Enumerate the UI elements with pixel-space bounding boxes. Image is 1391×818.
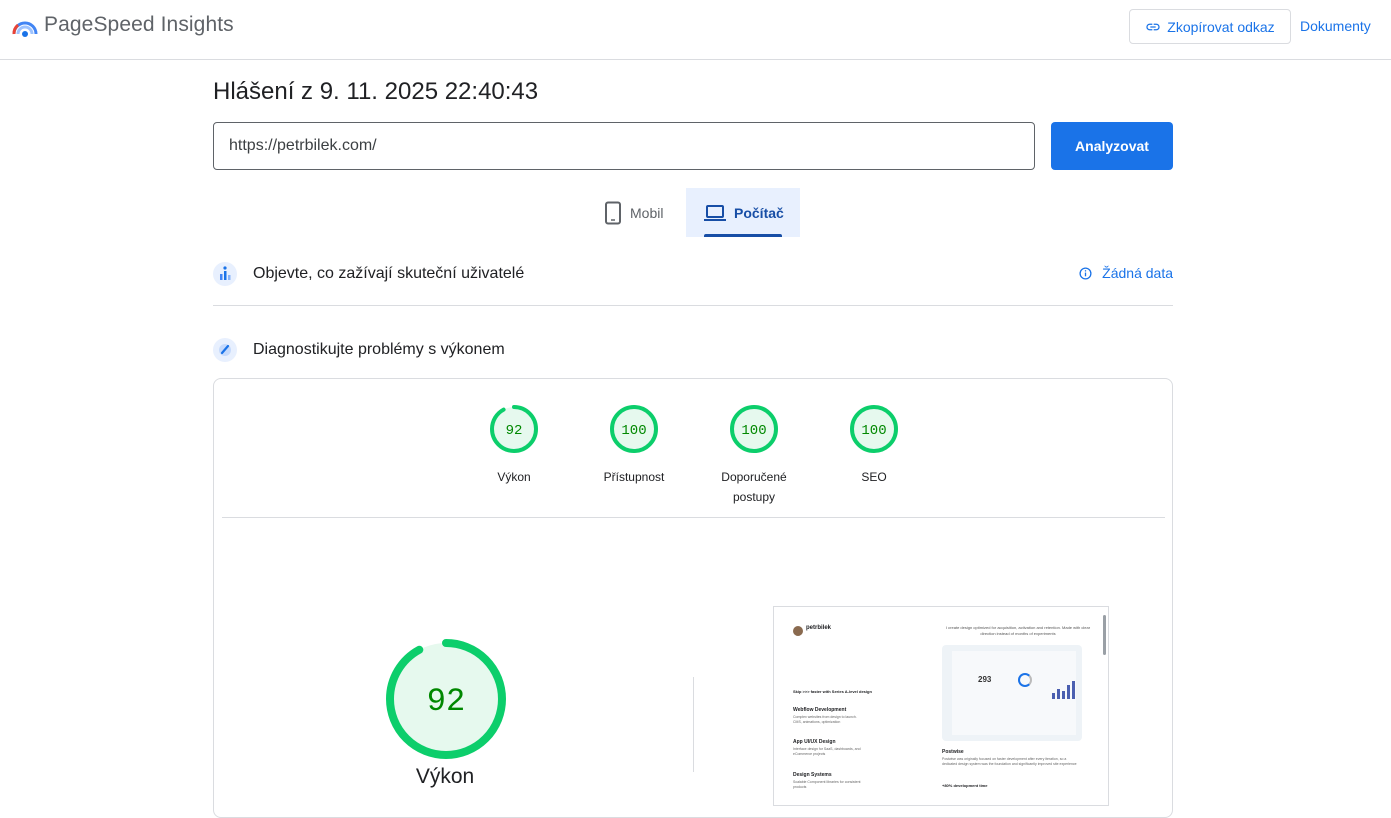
card-divider [222, 517, 1165, 518]
gauge-best-practices[interactable]: 100 Doporučené postupy [699, 403, 809, 507]
score-label: Doporučené postupy [721, 470, 787, 504]
tab-mobile[interactable]: Mobil [590, 188, 686, 237]
score-gauge-chart: 100 [610, 405, 658, 453]
scores-card: 92 Výkon 100 Přístupnost 100 Doporučené postu… [213, 378, 1173, 818]
tab-selected-indicator [704, 234, 782, 237]
lab-data-header: Diagnostikujte problémy s výkonem [213, 332, 1173, 368]
preview-service-text: Complex websites from design to launch. … [793, 715, 857, 724]
preview-service-text: Scalable Component libraries for consist… [793, 780, 861, 789]
section-divider [213, 305, 1173, 306]
docs-link[interactable]: Dokumenty [1300, 18, 1371, 34]
no-data-link[interactable]: Žádná data [1079, 265, 1173, 281]
score-value: 100 [861, 423, 886, 439]
lab-data-title: Diagnostikujte problémy s výkonem [253, 341, 505, 358]
score-value: 92 [506, 423, 523, 439]
preview-brand: petrbilek [806, 625, 832, 631]
score-value: 100 [741, 423, 766, 439]
score-value: 100 [621, 423, 646, 439]
no-data-label: Žádná data [1102, 265, 1173, 281]
report-title: Hlášení z 9. 11. 2025 22:40:43 [213, 78, 539, 105]
info-icon [1079, 266, 1092, 280]
preview-skip-line: Skip >>> faster with Series A-level desi… [793, 689, 872, 694]
link-icon [1146, 23, 1160, 30]
performance-main-gauge: 92 [364, 617, 528, 786]
pagespeed-logo-icon [12, 21, 38, 37]
copy-link-label: Zkopírovat odkaz [1167, 18, 1275, 35]
preview-case-title: Postwise [942, 749, 964, 755]
score-label: Výkon [497, 470, 531, 484]
url-input[interactable] [213, 122, 1035, 170]
preview-service-title: Design Systems [793, 772, 832, 778]
preview-dashboard-panel: 293 [952, 651, 1076, 735]
analyze-button[interactable]: Analyzovat [1051, 122, 1173, 170]
tab-mobile-label: Mobil [630, 204, 664, 221]
tab-desktop-label: Počítač [734, 204, 784, 221]
preview-service-text: Interface design for SaaS, dashboards, a… [793, 747, 861, 756]
preview-service-title: Webflow Development [793, 707, 847, 713]
preview-dash-number: 293 [978, 675, 992, 684]
field-data-header: Objevte, co zažívají skuteční uživatelé … [213, 256, 1173, 292]
score-gauge-chart: 92 [490, 405, 538, 453]
preview-avatar [793, 626, 803, 636]
copy-link-button[interactable]: Zkopírovat odkaz [1129, 9, 1291, 44]
performance-gauge-chart: 92 [386, 639, 506, 759]
preview-case-text: Postwise was originally focused on faste… [942, 757, 1077, 766]
diagnose-gauge-icon [213, 338, 237, 362]
score-label: Přístupnost [603, 470, 665, 484]
main-score-label: Výkon [415, 765, 475, 788]
page-screenshot-preview: petrbilek I create design optimized for … [773, 606, 1109, 806]
preview-dashboard-image: 293 [942, 645, 1082, 741]
preview-dash-bars [1052, 681, 1075, 699]
preview-scrollbar [1103, 615, 1106, 655]
preview-service-title: App UI/UX Design [793, 739, 836, 745]
gauge-accessibility[interactable]: 100 Přístupnost [579, 403, 689, 487]
score-gauge-chart: 100 [730, 405, 778, 453]
preview-metric: +80% development time [942, 783, 988, 788]
score-label: SEO [861, 470, 887, 484]
users-chart-icon [213, 262, 237, 286]
top-bar: PageSpeed Insights Zkopírovat odkaz Doku… [0, 0, 1391, 60]
vertical-separator [693, 677, 694, 772]
score-gauge-chart: 100 [850, 405, 898, 453]
field-data-title: Objevte, co zažívají skuteční uživatelé [253, 265, 525, 282]
gauge-seo[interactable]: 100 SEO [819, 403, 929, 487]
laptop-icon [704, 204, 726, 221]
tab-desktop[interactable]: Počítač [686, 188, 800, 237]
main-score-value: 92 [427, 683, 465, 720]
preview-intro: I create design optimized for acquisitio… [945, 625, 1091, 636]
app-title: PageSpeed Insights [44, 13, 234, 36]
smartphone-icon [605, 201, 621, 224]
gauge-performance[interactable]: 92 Výkon [459, 403, 569, 487]
preview-dash-ring [1018, 673, 1032, 687]
